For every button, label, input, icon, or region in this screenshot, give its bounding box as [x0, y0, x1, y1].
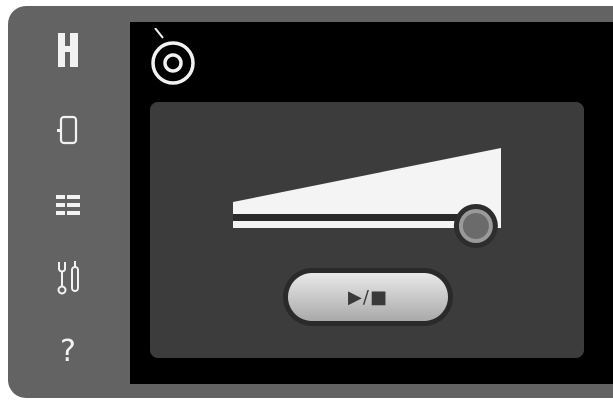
presser-foot-button[interactable]	[48, 30, 88, 70]
play-stop-button[interactable]: ▶/■	[288, 273, 448, 321]
sidebar: ?	[8, 6, 130, 398]
stitch-list-button[interactable]	[48, 185, 88, 225]
speed-slider[interactable]	[233, 148, 505, 248]
help-button[interactable]: ?	[48, 332, 88, 372]
play-stop-label: ▶/■	[348, 286, 388, 308]
bobbin-winding-button[interactable]	[150, 27, 202, 92]
needle-plate-button[interactable]	[48, 110, 88, 150]
bobbin-icon	[150, 27, 202, 92]
tools-button[interactable]	[48, 258, 88, 298]
stitch-list-icon	[56, 195, 80, 215]
play-stop-button-bezel: ▶/■	[283, 268, 453, 326]
needle-plate-icon	[57, 115, 79, 145]
tools-icon	[55, 261, 81, 295]
speed-track	[233, 214, 476, 221]
presser-foot-icon	[58, 33, 78, 67]
help-icon: ?	[60, 334, 76, 369]
speed-knob	[453, 204, 498, 248]
